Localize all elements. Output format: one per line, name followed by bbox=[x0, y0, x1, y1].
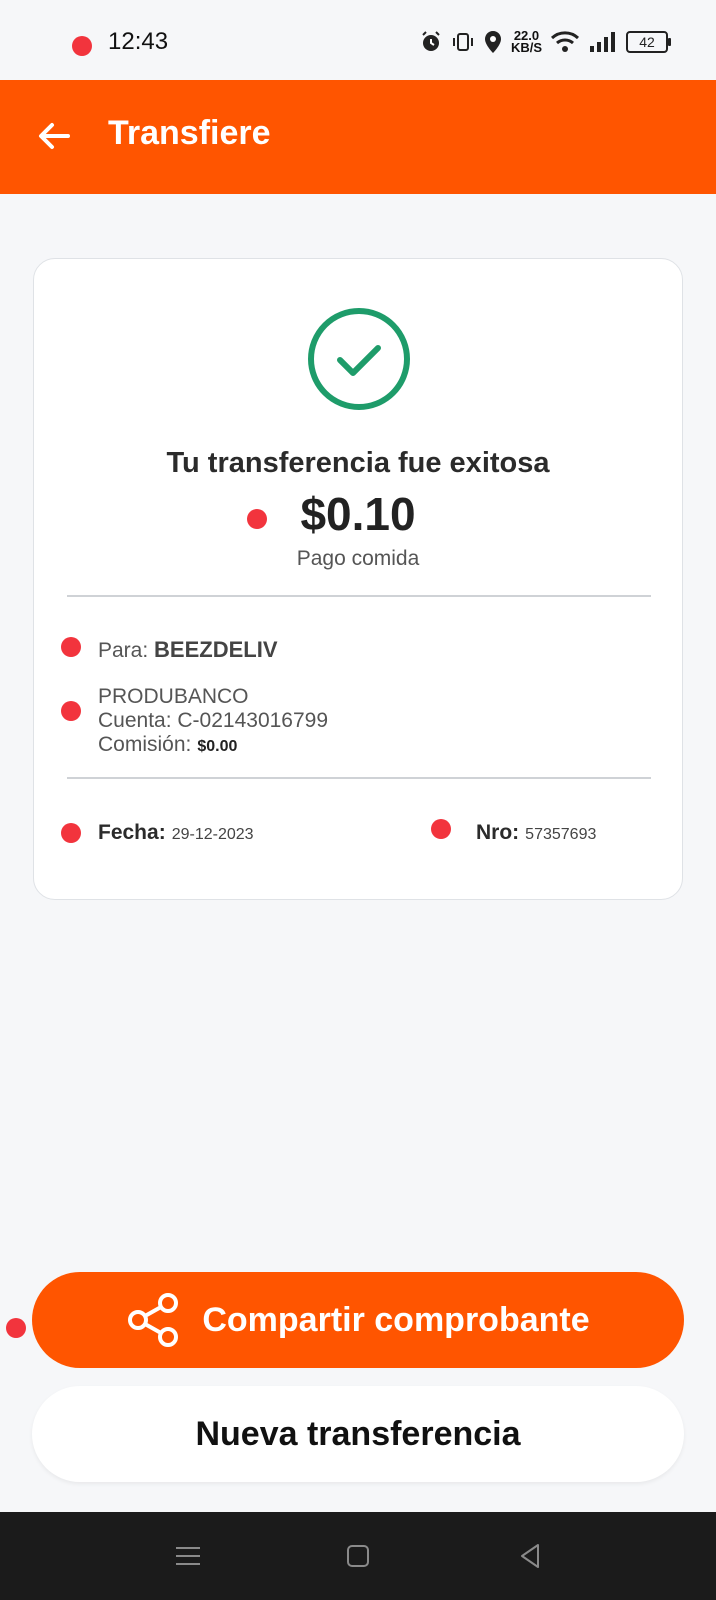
new-transfer-button[interactable]: Nueva transferencia bbox=[32, 1386, 684, 1482]
date-row: Fecha: 29-12-2023 bbox=[98, 821, 254, 845]
share-icon bbox=[128, 1293, 179, 1347]
alarm-icon bbox=[422, 31, 440, 51]
location-icon bbox=[484, 31, 501, 53]
status-icons: 22.0 KB/S 42 bbox=[419, 28, 671, 55]
bank-details: PRODUBANCO Cuenta: C-02143016799 Comisió… bbox=[98, 685, 328, 759]
fee-label: Comisión: bbox=[98, 733, 192, 756]
recipient-name: BEEZDELIV bbox=[154, 637, 278, 662]
transfer-concept: Pago comida bbox=[296, 547, 420, 570]
divider bbox=[67, 595, 651, 597]
menu-icon[interactable] bbox=[172, 1540, 204, 1572]
fee-value: $0.00 bbox=[197, 738, 238, 755]
system-nav-bar bbox=[0, 1512, 716, 1600]
success-message: Tu transferencia fue exitosa bbox=[166, 447, 550, 479]
fee-row: Comisión: $0.00 bbox=[98, 733, 328, 759]
network-speed: 22.0 KB/S bbox=[510, 28, 542, 55]
marker-dot bbox=[61, 701, 81, 721]
reference-value: 57357693 bbox=[525, 826, 597, 843]
marker-dot bbox=[61, 637, 81, 657]
page-title: Transfiere bbox=[108, 114, 271, 152]
status-bar: 12:43 22.0 KB/S 42 bbox=[0, 0, 716, 80]
reference-label: Nro: bbox=[476, 821, 520, 844]
marker-dot bbox=[431, 819, 451, 839]
reference-row: Nro: 57357693 bbox=[476, 821, 596, 845]
battery-icon: 42 bbox=[626, 31, 671, 53]
success-check-icon bbox=[308, 308, 410, 410]
account-number: Cuenta: C-02143016799 bbox=[98, 709, 329, 732]
recipient-label: Para: bbox=[98, 639, 149, 662]
recording-indicator bbox=[72, 36, 92, 56]
marker-dot bbox=[61, 823, 81, 843]
back-arrow-icon[interactable] bbox=[34, 116, 74, 156]
transfer-amount: $0.10 bbox=[300, 488, 416, 540]
divider bbox=[67, 777, 651, 779]
receipt-card: Tu transferencia fue exitosa $0.10 Pago … bbox=[33, 258, 683, 900]
app-bar: Transfiere bbox=[0, 80, 716, 194]
date-value: 29-12-2023 bbox=[171, 826, 254, 843]
date-label: Fecha: bbox=[98, 821, 166, 844]
wifi-icon bbox=[550, 31, 580, 52]
back-icon[interactable] bbox=[514, 1540, 546, 1572]
share-receipt-button[interactable]: Compartir comprobante bbox=[32, 1272, 684, 1368]
status-time: 12:43 bbox=[108, 28, 169, 55]
bank-name: PRODUBANCO bbox=[98, 685, 249, 708]
vibrate-icon bbox=[452, 33, 473, 51]
recipient-row: Para: BEEZDELIV bbox=[98, 637, 278, 663]
marker-dot bbox=[6, 1318, 26, 1338]
signal-icon bbox=[590, 32, 615, 52]
share-button-label: Compartir comprobante bbox=[202, 1300, 590, 1339]
home-icon[interactable] bbox=[342, 1540, 374, 1572]
